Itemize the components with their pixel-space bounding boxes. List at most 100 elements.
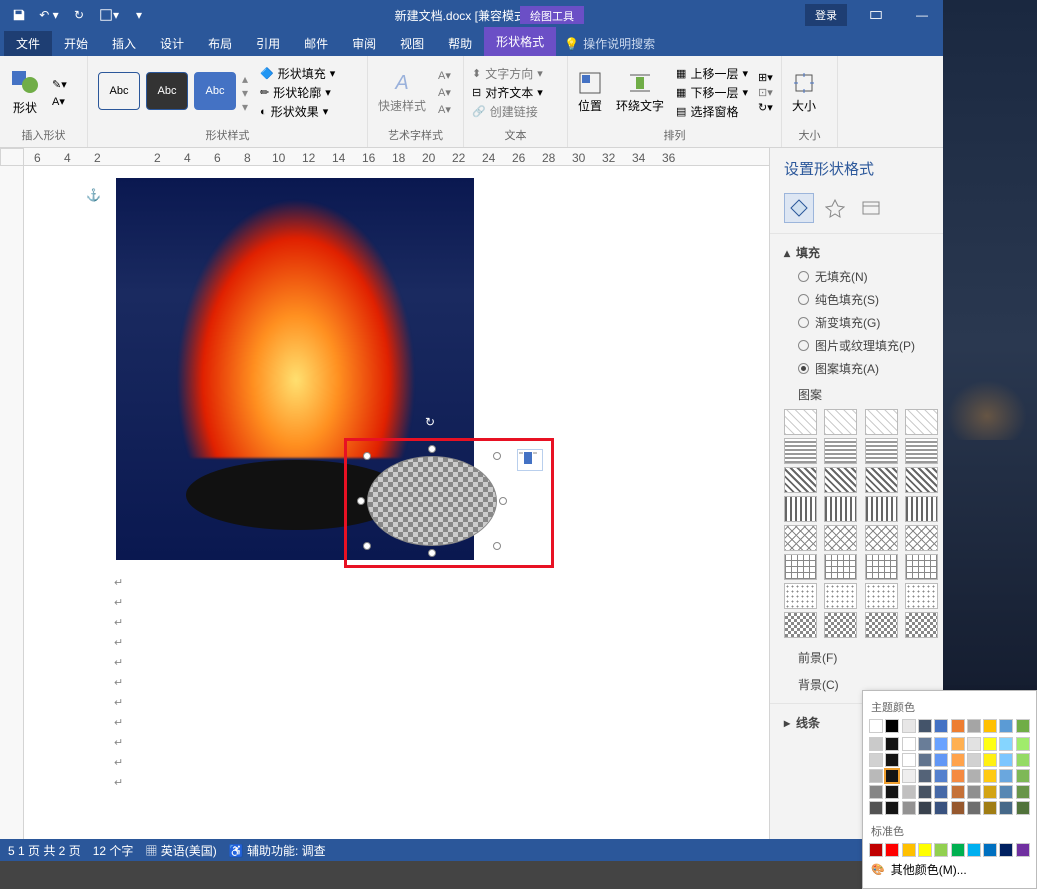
language-indicator[interactable]: ▦ 英语(美国) bbox=[145, 842, 216, 859]
fill-line-tab-icon[interactable] bbox=[784, 193, 814, 223]
align-button[interactable]: ⊞▾ bbox=[754, 70, 777, 85]
resize-handle-s[interactable] bbox=[428, 549, 436, 557]
color-swatch[interactable] bbox=[967, 769, 981, 783]
size-button[interactable]: 大小 bbox=[786, 60, 822, 126]
align-text-button[interactable]: ⊟ 对齐文本 ▾ bbox=[468, 83, 547, 102]
shape-style-3[interactable]: Abc bbox=[194, 72, 236, 110]
resize-handle-se[interactable] bbox=[493, 542, 501, 550]
pattern-swatch[interactable] bbox=[865, 583, 898, 609]
pattern-swatch[interactable] bbox=[824, 467, 857, 493]
tab-layout[interactable]: 布局 bbox=[196, 31, 244, 56]
resize-handle-nw[interactable] bbox=[363, 452, 371, 460]
color-swatch[interactable] bbox=[999, 737, 1013, 751]
color-swatch[interactable] bbox=[869, 753, 883, 767]
color-swatch[interactable] bbox=[967, 785, 981, 799]
color-swatch[interactable] bbox=[951, 753, 965, 767]
shape-outline-button[interactable]: ✏ 形状轮廓 ▾ bbox=[256, 83, 339, 102]
resize-handle-w[interactable] bbox=[357, 497, 365, 505]
color-swatch[interactable] bbox=[902, 719, 916, 733]
tab-shape-format[interactable]: 形状格式 bbox=[484, 27, 556, 56]
pattern-swatch[interactable] bbox=[905, 525, 938, 551]
effects-tab-icon[interactable] bbox=[820, 193, 850, 223]
pattern-swatch[interactable] bbox=[824, 496, 857, 522]
pattern-swatch[interactable] bbox=[784, 612, 817, 638]
color-swatch[interactable] bbox=[885, 753, 899, 767]
pattern-swatch[interactable] bbox=[905, 554, 938, 580]
color-swatch[interactable] bbox=[934, 753, 948, 767]
color-swatch[interactable] bbox=[967, 753, 981, 767]
undo-button[interactable]: ↶ ▾ bbox=[36, 2, 62, 28]
color-swatch[interactable] bbox=[999, 769, 1013, 783]
word-count[interactable]: 12 个字 bbox=[93, 842, 134, 859]
pattern-swatch[interactable] bbox=[865, 525, 898, 551]
ribbon-display-button[interactable] bbox=[853, 0, 899, 30]
color-swatch[interactable] bbox=[902, 753, 916, 767]
layout-options-button[interactable] bbox=[517, 449, 543, 471]
color-swatch[interactable] bbox=[918, 753, 932, 767]
tab-references[interactable]: 引用 bbox=[244, 31, 292, 56]
color-swatch[interactable] bbox=[918, 801, 932, 815]
pattern-swatch[interactable] bbox=[824, 583, 857, 609]
pattern-swatch[interactable] bbox=[905, 467, 938, 493]
text-box-button[interactable]: A▾ bbox=[48, 94, 71, 109]
pattern-swatch[interactable] bbox=[824, 438, 857, 464]
pattern-swatch[interactable] bbox=[824, 554, 857, 580]
rotate-button[interactable]: ↻▾ bbox=[754, 100, 777, 115]
qat-customize-button[interactable]: ▾ bbox=[126, 2, 152, 28]
color-swatch[interactable] bbox=[918, 785, 932, 799]
pattern-swatch[interactable] bbox=[865, 612, 898, 638]
color-swatch[interactable] bbox=[918, 843, 932, 857]
document-canvas[interactable]: 642 24681012141618202224262830323436 ⚓ ↻… bbox=[24, 148, 769, 839]
color-swatch[interactable] bbox=[951, 843, 965, 857]
pattern-swatch[interactable] bbox=[784, 525, 817, 551]
vertical-ruler[interactable] bbox=[0, 166, 24, 839]
pattern-swatch[interactable] bbox=[784, 554, 817, 580]
color-swatch[interactable] bbox=[1016, 843, 1030, 857]
color-swatch[interactable] bbox=[967, 719, 981, 733]
color-swatch[interactable] bbox=[951, 737, 965, 751]
color-swatch[interactable] bbox=[869, 719, 883, 733]
color-swatch[interactable] bbox=[869, 769, 883, 783]
pattern-swatch[interactable] bbox=[784, 409, 817, 435]
color-swatch[interactable] bbox=[951, 801, 965, 815]
redo-button[interactable]: ↻ bbox=[66, 2, 92, 28]
page-indicator[interactable]: 5 1 页 共 2 页 bbox=[8, 842, 81, 859]
color-swatch[interactable] bbox=[885, 801, 899, 815]
color-swatch[interactable] bbox=[869, 843, 883, 857]
color-swatch[interactable] bbox=[1016, 719, 1030, 733]
color-swatch[interactable] bbox=[999, 843, 1013, 857]
resize-handle-sw[interactable] bbox=[363, 542, 371, 550]
position-button[interactable]: 位置 bbox=[572, 60, 608, 126]
color-swatch[interactable] bbox=[983, 737, 997, 751]
horizontal-ruler[interactable]: 642 24681012141618202224262830323436 bbox=[24, 148, 769, 166]
color-swatch[interactable] bbox=[869, 737, 883, 751]
resize-handle-ne[interactable] bbox=[493, 452, 501, 460]
color-swatch[interactable] bbox=[983, 769, 997, 783]
tab-view[interactable]: 视图 bbox=[388, 31, 436, 56]
pattern-swatch[interactable] bbox=[784, 583, 817, 609]
pattern-swatch[interactable] bbox=[784, 496, 817, 522]
pattern-swatch[interactable] bbox=[905, 438, 938, 464]
shape-style-1[interactable]: Abc bbox=[98, 72, 140, 110]
color-swatch[interactable] bbox=[934, 769, 948, 783]
pattern-swatch[interactable] bbox=[905, 409, 938, 435]
color-swatch[interactable] bbox=[967, 801, 981, 815]
layout-tab-icon[interactable] bbox=[856, 193, 886, 223]
color-swatch[interactable] bbox=[934, 843, 948, 857]
tab-home[interactable]: 开始 bbox=[52, 31, 100, 56]
color-swatch[interactable] bbox=[951, 719, 965, 733]
shape-fill-button[interactable]: 🔷 形状填充 ▾ bbox=[256, 64, 339, 83]
color-swatch[interactable] bbox=[885, 843, 899, 857]
pattern-swatch[interactable] bbox=[784, 467, 817, 493]
color-swatch[interactable] bbox=[934, 737, 948, 751]
color-swatch[interactable] bbox=[885, 737, 899, 751]
color-swatch[interactable] bbox=[983, 801, 997, 815]
save-button[interactable] bbox=[6, 2, 32, 28]
tab-design[interactable]: 设计 bbox=[148, 31, 196, 56]
pattern-swatch[interactable] bbox=[824, 525, 857, 551]
color-swatch[interactable] bbox=[885, 719, 899, 733]
color-swatch[interactable] bbox=[1016, 737, 1030, 751]
color-swatch[interactable] bbox=[951, 785, 965, 799]
color-swatch[interactable] bbox=[1016, 769, 1030, 783]
pattern-swatch[interactable] bbox=[865, 467, 898, 493]
